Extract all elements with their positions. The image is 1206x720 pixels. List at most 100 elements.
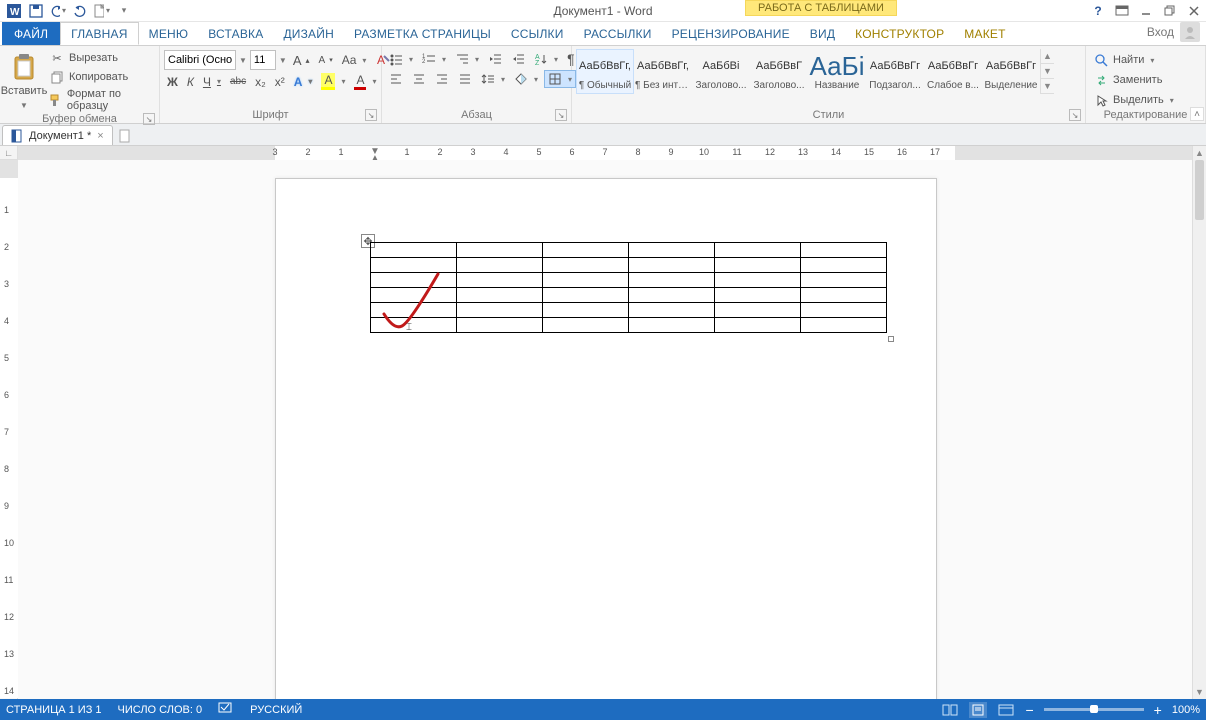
style-item[interactable]: АаБбВвГгПодзагол... xyxy=(866,49,924,94)
zoom-slider-knob[interactable] xyxy=(1090,705,1098,713)
styles-expand-icon[interactable]: ▼ xyxy=(1041,79,1054,94)
new-doc-icon[interactable] xyxy=(94,3,110,19)
tab-review[interactable]: РЕЦЕНЗИРОВАНИЕ xyxy=(662,22,800,45)
ribbon-display-options-icon[interactable] xyxy=(1114,3,1130,19)
tab-insert[interactable]: ВСТАВКА xyxy=(198,22,273,45)
align-right-button[interactable] xyxy=(432,71,452,87)
paragraph-dialog-launcher[interactable]: ↘ xyxy=(555,109,567,121)
table-cell[interactable] xyxy=(715,288,801,303)
grow-font-button[interactable]: A▴ xyxy=(290,52,313,69)
styles-scroll-down-icon[interactable]: ▼ xyxy=(1041,64,1054,79)
bullets-button[interactable] xyxy=(386,51,416,67)
table-cell[interactable] xyxy=(371,258,457,273)
table-cell[interactable] xyxy=(801,243,887,258)
tab-references[interactable]: ССЫЛКИ xyxy=(501,22,574,45)
tab-page-layout[interactable]: РАЗМЕТКА СТРАНИЦЫ xyxy=(344,22,501,45)
line-spacing-button[interactable] xyxy=(478,71,508,87)
table-cell[interactable] xyxy=(715,303,801,318)
table-cell[interactable] xyxy=(457,243,543,258)
scroll-down-icon[interactable]: ▼ xyxy=(1193,685,1206,699)
style-item[interactable]: АаБіНазвание xyxy=(808,49,866,94)
styles-dialog-launcher[interactable]: ↘ xyxy=(1069,109,1081,121)
tab-file[interactable]: ФАЙЛ xyxy=(2,22,60,45)
scroll-thumb[interactable] xyxy=(1195,160,1204,220)
document-table[interactable] xyxy=(370,242,887,333)
find-button[interactable]: Найти xyxy=(1090,51,1201,69)
ruler-corner[interactable]: ∟ xyxy=(0,146,18,160)
justify-button[interactable] xyxy=(455,71,475,87)
tab-menu[interactable]: Меню xyxy=(139,22,199,45)
table-cell[interactable] xyxy=(801,303,887,318)
close-tab-icon[interactable]: × xyxy=(95,130,105,142)
table-cell[interactable] xyxy=(543,243,629,258)
decrease-indent-button[interactable] xyxy=(485,51,505,67)
font-dialog-launcher[interactable]: ↘ xyxy=(365,109,377,121)
copy-button[interactable]: Копировать xyxy=(46,68,155,86)
status-page[interactable]: СТРАНИЦА 1 ИЗ 1 xyxy=(6,704,102,716)
help-icon[interactable]: ? xyxy=(1090,3,1106,19)
table-cell[interactable] xyxy=(629,243,715,258)
zoom-level[interactable]: 100% xyxy=(1172,704,1200,716)
multilevel-list-button[interactable] xyxy=(452,51,482,67)
table-cell[interactable] xyxy=(629,318,715,333)
increase-indent-button[interactable] xyxy=(508,51,528,67)
new-tab-button[interactable] xyxy=(116,127,134,145)
table-cell[interactable] xyxy=(457,288,543,303)
vertical-scrollbar[interactable]: ▲ ▼ xyxy=(1192,146,1206,699)
style-item[interactable]: АаБбВвГЗаголово... xyxy=(750,49,808,94)
select-button[interactable]: Выделить xyxy=(1090,91,1201,109)
table-resize-handle[interactable] xyxy=(888,336,894,342)
format-painter-button[interactable]: Формат по образцу xyxy=(46,87,155,113)
table-cell[interactable] xyxy=(457,273,543,288)
status-spellcheck-icon[interactable] xyxy=(218,701,234,718)
status-language[interactable]: РУССКИЙ xyxy=(250,704,302,716)
clipboard-dialog-launcher[interactable]: ↘ xyxy=(143,113,155,125)
user-avatar-icon[interactable] xyxy=(1180,22,1200,42)
close-icon[interactable] xyxy=(1186,3,1202,19)
table-cell[interactable] xyxy=(543,273,629,288)
table-cell[interactable] xyxy=(629,288,715,303)
change-case-button[interactable]: Aa xyxy=(339,52,370,68)
style-item[interactable]: АаБбВвГг,¶ Без инте... xyxy=(634,49,692,94)
table-cell[interactable] xyxy=(801,318,887,333)
table-cell[interactable] xyxy=(715,318,801,333)
status-word-count[interactable]: ЧИСЛО СЛОВ: 0 xyxy=(118,704,203,716)
table-cell[interactable] xyxy=(543,288,629,303)
zoom-in-button[interactable]: + xyxy=(1154,702,1162,718)
style-item[interactable]: АаБбВвГгВыделение xyxy=(982,49,1040,94)
undo-icon[interactable] xyxy=(50,3,66,19)
table-cell[interactable] xyxy=(801,273,887,288)
view-print-layout-icon[interactable] xyxy=(969,702,987,718)
tab-table-layout[interactable]: МАКЕТ xyxy=(954,22,1015,45)
style-item[interactable]: АаБбВвГг,¶ Обычный xyxy=(576,49,634,94)
save-icon[interactable] xyxy=(28,3,44,19)
paste-button[interactable]: Вставить ▼ xyxy=(4,49,44,113)
replace-button[interactable]: Заменить xyxy=(1090,71,1201,89)
styles-scroll-up-icon[interactable]: ▲ xyxy=(1041,49,1054,64)
font-family-input[interactable] xyxy=(164,50,236,70)
collapse-ribbon-icon[interactable]: ˄ xyxy=(1190,107,1204,121)
superscript-button[interactable]: x² xyxy=(272,74,288,90)
font-color-button[interactable]: A xyxy=(351,72,379,91)
tab-view[interactable]: ВИД xyxy=(800,22,845,45)
table-cell[interactable] xyxy=(457,318,543,333)
table-cell[interactable] xyxy=(457,303,543,318)
table-cell[interactable] xyxy=(629,303,715,318)
table-cell[interactable] xyxy=(371,303,457,318)
tab-design[interactable]: ДИЗАЙН xyxy=(273,22,344,45)
font-size-dropdown-icon[interactable]: ▼ xyxy=(279,56,287,65)
table-cell[interactable] xyxy=(371,318,457,333)
font-family-dropdown-icon[interactable]: ▼ xyxy=(239,56,247,65)
table-cell[interactable] xyxy=(629,273,715,288)
zoom-slider[interactable] xyxy=(1044,708,1144,711)
table-cell[interactable] xyxy=(801,258,887,273)
italic-button[interactable]: К xyxy=(184,74,197,90)
align-left-button[interactable] xyxy=(386,71,406,87)
subscript-button[interactable]: x₂ xyxy=(252,74,269,90)
document-tab[interactable]: Документ1 * × xyxy=(2,125,113,145)
table-cell[interactable] xyxy=(629,258,715,273)
minimize-icon[interactable] xyxy=(1138,3,1154,19)
underline-button[interactable]: Ч xyxy=(200,74,224,90)
document-area[interactable]: ✥ ⌶ xyxy=(18,160,1192,699)
cut-button[interactable]: ✂ Вырезать xyxy=(46,49,155,67)
